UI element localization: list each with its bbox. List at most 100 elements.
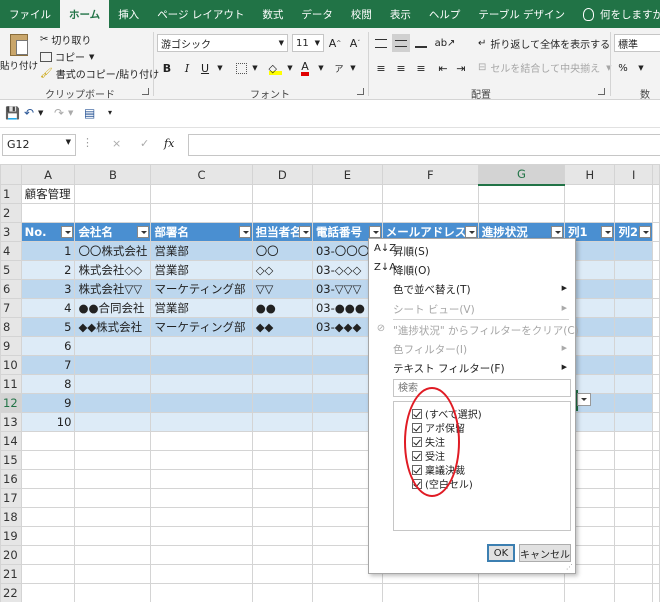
cell[interactable] bbox=[251, 545, 313, 565]
cell[interactable] bbox=[150, 431, 253, 451]
cell[interactable] bbox=[652, 412, 660, 432]
cell[interactable] bbox=[20, 469, 76, 489]
format-painter-button[interactable]: 🖌 書式のコピー/貼り付け bbox=[40, 66, 159, 81]
table-header-cell[interactable]: 部署名 bbox=[150, 222, 253, 242]
cell[interactable] bbox=[614, 545, 653, 565]
column-header[interactable]: A bbox=[20, 164, 76, 185]
row-header[interactable]: 19 bbox=[0, 526, 22, 546]
cell[interactable] bbox=[614, 184, 653, 204]
tell-me-search[interactable]: 何をしますか bbox=[574, 0, 660, 28]
table-cell[interactable]: 10 bbox=[20, 412, 76, 432]
table-cell[interactable]: 株式会社◇◇ bbox=[74, 260, 152, 280]
cell[interactable] bbox=[74, 450, 152, 470]
filter-dropdown-icon[interactable] bbox=[61, 226, 74, 238]
bold-icon[interactable]: B bbox=[158, 59, 176, 77]
row-header[interactable]: 10 bbox=[0, 355, 22, 375]
align-bottom-icon[interactable] bbox=[412, 34, 430, 52]
indent-increase-icon[interactable]: ⇥ bbox=[452, 59, 470, 77]
cell[interactable] bbox=[251, 583, 313, 602]
customize-qat-icon[interactable]: ▾ bbox=[108, 108, 112, 117]
align-center-icon[interactable]: ≡ bbox=[392, 59, 410, 77]
align-top-icon[interactable] bbox=[372, 34, 390, 52]
orientation-icon[interactable]: ab↗ bbox=[435, 34, 456, 52]
cell[interactable] bbox=[614, 317, 653, 337]
table-cell[interactable]: 8 bbox=[20, 374, 76, 394]
redo-icon[interactable]: ↷ bbox=[54, 106, 64, 120]
table-cell[interactable] bbox=[251, 393, 313, 413]
cell[interactable] bbox=[614, 393, 653, 413]
cell[interactable] bbox=[652, 260, 660, 280]
cell[interactable] bbox=[564, 203, 616, 223]
cut-button[interactable]: ✂ 切り取り bbox=[40, 32, 91, 47]
cell[interactable] bbox=[74, 431, 152, 451]
cell[interactable] bbox=[652, 564, 660, 584]
filter-dropdown-icon[interactable] bbox=[464, 226, 477, 238]
table-cell[interactable]: 1 bbox=[20, 241, 76, 261]
cell[interactable] bbox=[74, 469, 152, 489]
cancel-button[interactable]: キャンセル bbox=[519, 544, 571, 562]
cell[interactable] bbox=[614, 336, 653, 356]
row-header[interactable]: 2 bbox=[0, 203, 22, 223]
row-header[interactable]: 5 bbox=[0, 260, 22, 280]
resize-grip-icon[interactable]: ⋰ bbox=[566, 563, 573, 571]
merge-center-button[interactable]: ⊟ セルを結合して中央揃え ▼ bbox=[478, 60, 611, 75]
cell[interactable] bbox=[381, 184, 479, 204]
table-cell[interactable]: 〇〇株式会社 bbox=[74, 241, 152, 261]
cell[interactable] bbox=[614, 374, 653, 394]
cell[interactable] bbox=[614, 564, 653, 584]
table-cell[interactable]: 営業部 bbox=[150, 241, 253, 261]
clear-filter-item[interactable]: "進捗状況" からフィルターをクリア(C) bbox=[393, 323, 579, 338]
cell[interactable] bbox=[20, 450, 76, 470]
table-cell[interactable]: 4 bbox=[20, 298, 76, 318]
cell[interactable] bbox=[74, 507, 152, 527]
cell[interactable] bbox=[652, 203, 660, 223]
tab-insert[interactable]: 挿入 bbox=[109, 0, 148, 28]
row-header[interactable]: 1 bbox=[0, 184, 22, 204]
cell[interactable] bbox=[652, 184, 660, 204]
cell[interactable] bbox=[652, 241, 660, 261]
cell[interactable] bbox=[564, 583, 616, 602]
row-header[interactable]: 17 bbox=[0, 488, 22, 508]
cell[interactable] bbox=[150, 203, 253, 223]
cell[interactable] bbox=[614, 526, 653, 546]
paste-button[interactable]: 貼り付け bbox=[0, 34, 38, 72]
filter-dropdown-icon[interactable] bbox=[639, 226, 651, 238]
filter-dropdown-icon[interactable] bbox=[368, 226, 381, 238]
tab-file[interactable]: ファイル bbox=[0, 0, 60, 28]
cell[interactable] bbox=[150, 583, 253, 602]
row-header[interactable]: 11 bbox=[0, 374, 22, 394]
chevron-down-icon[interactable]: ▼ bbox=[344, 59, 362, 77]
cell[interactable] bbox=[74, 203, 152, 223]
table-cell[interactable] bbox=[251, 374, 313, 394]
cell[interactable] bbox=[251, 564, 313, 584]
cell[interactable] bbox=[614, 260, 653, 280]
cell[interactable] bbox=[381, 583, 479, 602]
column-header[interactable]: I bbox=[614, 164, 653, 185]
column-header[interactable]: B bbox=[74, 164, 152, 185]
table-cell[interactable] bbox=[150, 412, 253, 432]
cell[interactable] bbox=[652, 355, 660, 375]
cancel-entry-icon[interactable]: × bbox=[112, 137, 121, 150]
cell[interactable] bbox=[614, 298, 653, 318]
cell[interactable] bbox=[74, 184, 152, 204]
cell[interactable] bbox=[150, 526, 253, 546]
form-icon[interactable]: ▤ bbox=[84, 106, 95, 120]
select-all-corner[interactable] bbox=[0, 164, 22, 185]
font-launcher-icon[interactable] bbox=[357, 88, 364, 95]
cell[interactable] bbox=[614, 203, 653, 223]
cell[interactable] bbox=[74, 545, 152, 565]
align-left-icon[interactable]: ≡ bbox=[372, 59, 390, 77]
cell-dropdown-icon[interactable] bbox=[577, 393, 591, 406]
column-header[interactable]: G bbox=[477, 164, 566, 186]
row-header[interactable]: 21 bbox=[0, 564, 22, 584]
chevron-down-icon[interactable]: ▼ bbox=[211, 59, 229, 77]
tab-formulas[interactable]: 数式 bbox=[253, 0, 292, 28]
table-header-cell[interactable]: 担当者名 bbox=[251, 222, 313, 242]
table-cell[interactable]: ●● bbox=[251, 298, 313, 318]
table-cell[interactable] bbox=[251, 336, 313, 356]
cell[interactable] bbox=[251, 507, 313, 527]
cell[interactable] bbox=[74, 488, 152, 508]
cell[interactable] bbox=[150, 184, 253, 204]
tab-table-design[interactable]: テーブル デザイン bbox=[469, 0, 574, 28]
cell[interactable] bbox=[614, 583, 653, 602]
